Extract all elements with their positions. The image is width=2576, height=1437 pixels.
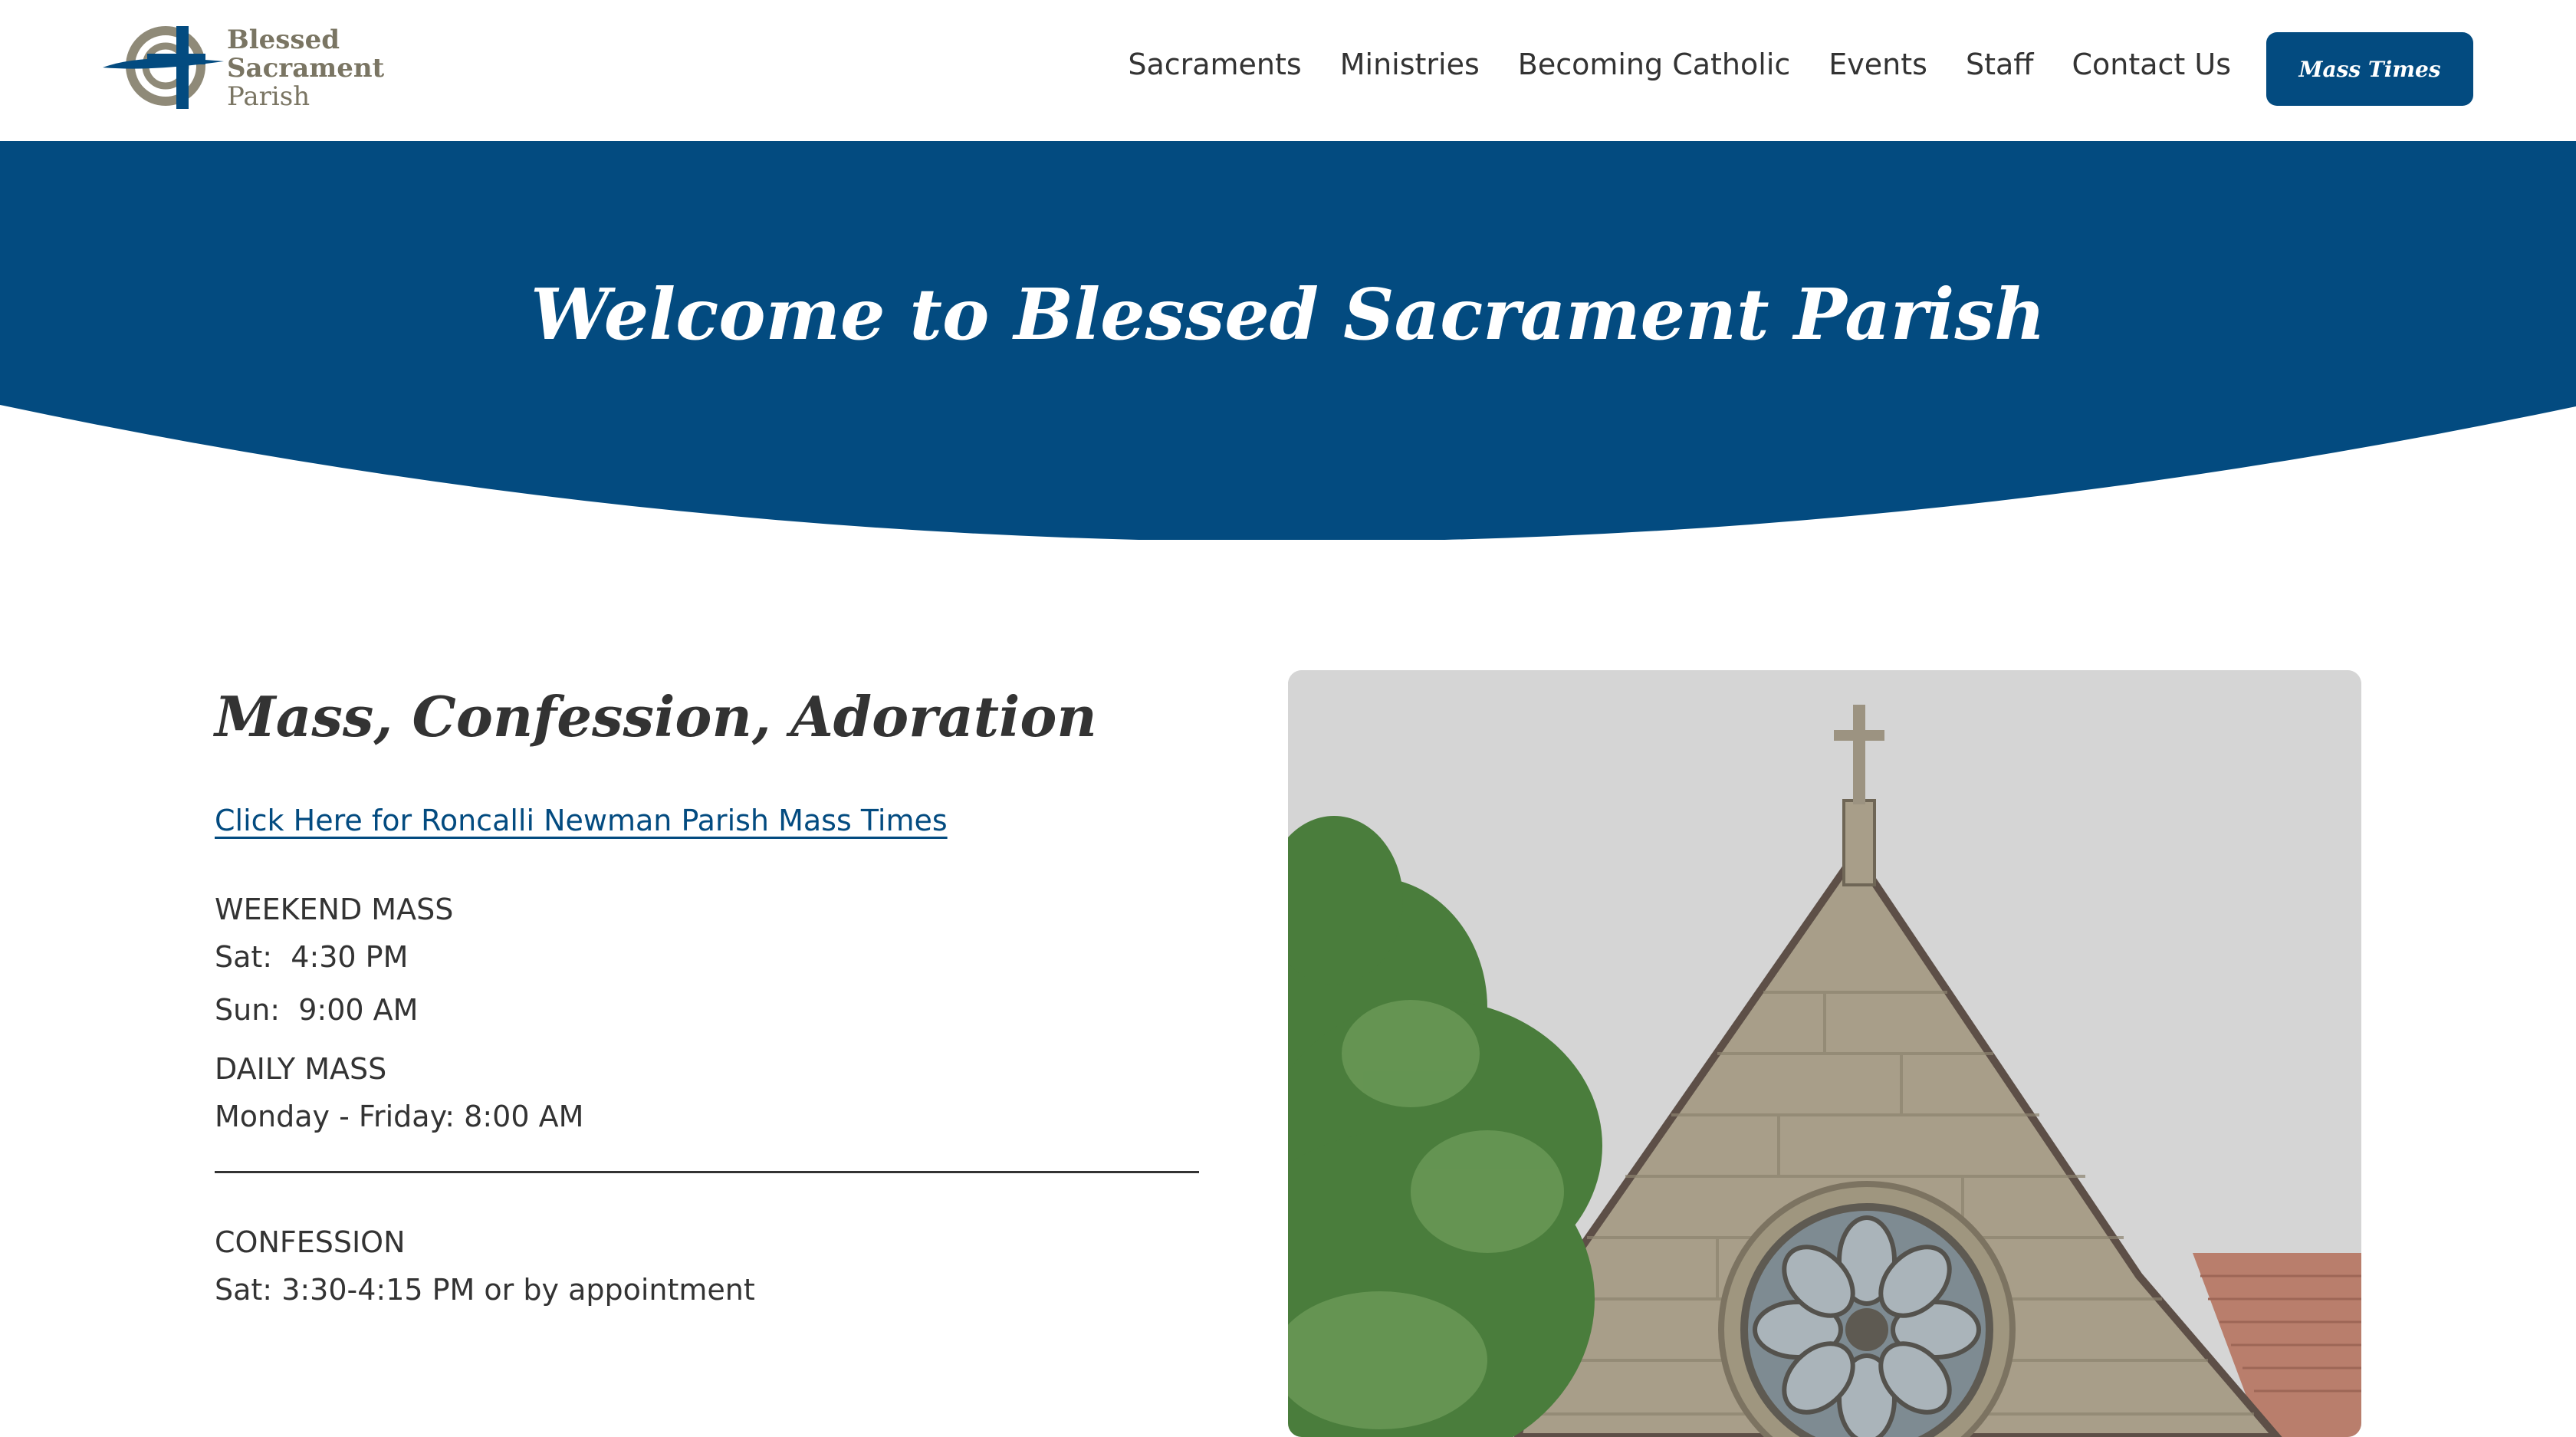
nav-events[interactable]: Events — [1829, 48, 1927, 81]
weekend-mass-heading: WEEKEND MASS — [215, 893, 454, 926]
hero-title: Welcome to Blessed Sacrament Parish — [530, 272, 2046, 356]
site-header: Blessed Sacrament Parish Sacraments Mini… — [0, 0, 2576, 141]
daily-mass-time: Monday - Friday: 8:00 AM — [215, 1100, 584, 1133]
roncalli-mass-times-link[interactable]: Click Here for Roncalli Newman Parish Ma… — [215, 804, 948, 837]
daily-mass-group: DAILY MASS Monday - Friday: 8:00 AM — [215, 1047, 1204, 1143]
section-divider — [215, 1171, 1199, 1173]
confession-heading: CONFESSION — [215, 1225, 406, 1259]
weekend-mass-time: Sat: 4:30 PM — [215, 940, 409, 974]
nav-contact-us[interactable]: Contact Us — [2072, 48, 2231, 81]
main-nav: Sacraments Ministries Becoming Catholic … — [1128, 48, 2231, 81]
confession-time: Sat: 3:30-4:15 PM or by appointment — [215, 1273, 755, 1307]
logo-line-sacrament: Sacrament — [227, 53, 385, 84]
nav-becoming-catholic[interactable]: Becoming Catholic — [1518, 48, 1791, 81]
mass-times-button[interactable]: Mass Times — [2266, 32, 2473, 106]
weekend-mass-group: WEEKEND MASS Sat: 4:30 PM Sun: 9:00 AM — [215, 888, 1204, 1037]
confession-group: CONFESSION Sat: 3:30-4:15 PM or by appoi… — [215, 1221, 1204, 1317]
logo-line-blessed: Blessed — [227, 25, 340, 55]
schedule-title: Mass, Confession, Adoration — [215, 684, 1097, 749]
logo-line-parish: Parish — [227, 81, 310, 112]
daily-mass-heading: DAILY MASS — [215, 1052, 387, 1086]
church-photo — [1288, 670, 2361, 1437]
hero-banner: Welcome to Blessed Sacrament Parish — [0, 141, 2576, 540]
schedule-section: Mass, Confession, Adoration Click Here f… — [215, 675, 1204, 1317]
nav-sacraments[interactable]: Sacraments — [1128, 48, 1301, 81]
church-gable-image — [1288, 670, 2361, 1437]
nav-staff[interactable]: Staff — [1966, 48, 2034, 81]
parish-logo[interactable]: Blessed Sacrament Parish — [101, 23, 393, 118]
weekend-mass-time: Sun: 9:00 AM — [215, 993, 419, 1027]
cross-logo-icon — [103, 26, 224, 109]
nav-ministries[interactable]: Ministries — [1340, 48, 1480, 81]
